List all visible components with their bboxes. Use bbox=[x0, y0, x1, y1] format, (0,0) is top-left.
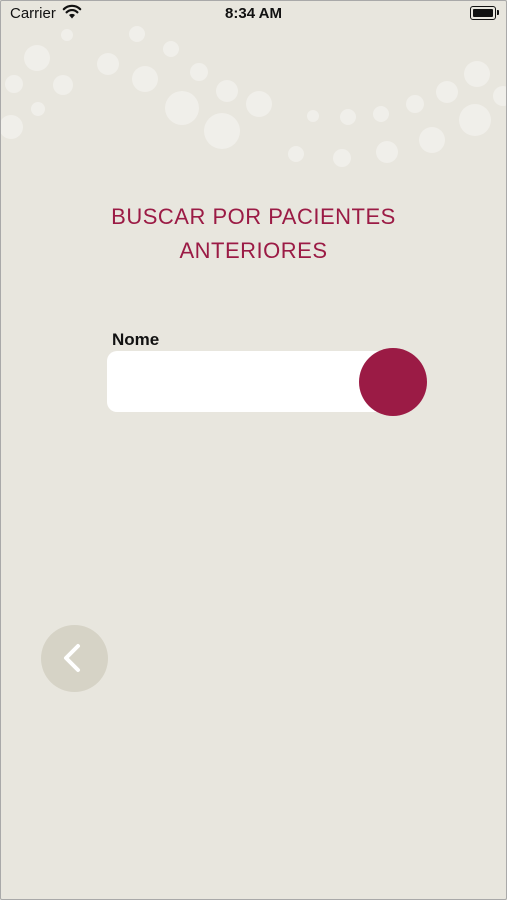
chevron-left-icon bbox=[64, 644, 80, 672]
search-button[interactable] bbox=[359, 348, 427, 416]
name-field-label: Nome bbox=[112, 330, 160, 349]
decorative-bubbles bbox=[0, 26, 507, 167]
battery-icon bbox=[470, 6, 499, 20]
page-title: BUSCAR POR PACIENTES ANTERIORES bbox=[60, 200, 447, 268]
page-title-line-2: ANTERIORES bbox=[179, 238, 328, 263]
name-search-input[interactable] bbox=[107, 351, 387, 412]
back-button[interactable] bbox=[41, 625, 108, 692]
page-title-line-1: BUSCAR POR PACIENTES bbox=[111, 204, 396, 229]
